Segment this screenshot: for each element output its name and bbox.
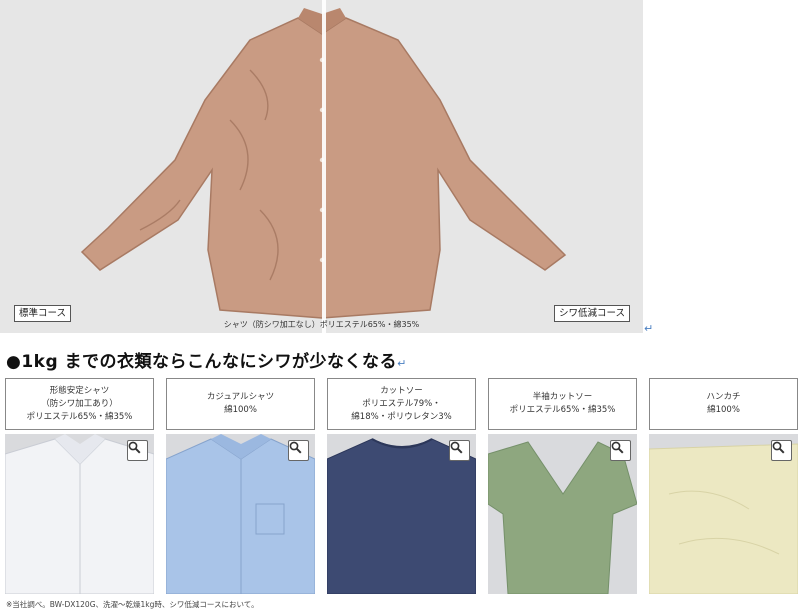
magnifier-icon[interactable]: [288, 440, 309, 461]
garment-card: 半袖カットソー ポリエステル65%・綿35%: [488, 378, 637, 594]
magnifier-icon[interactable]: [610, 440, 631, 461]
footnote: ※当社調べ。BW-DX120G、洗濯〜乾燥1kg時、シワ低減コースにおいて。: [6, 600, 259, 609]
return-mark-icon: ↵: [397, 357, 407, 370]
garment-material: ポリエステル65%・綿35%: [26, 411, 133, 422]
magnifier-icon[interactable]: [127, 440, 148, 461]
garment-material: ポリエステル65%・綿35%: [509, 405, 616, 415]
garment-description: カットソー ポリエステル79%・ 綿18%・ポリウレタン3%: [327, 378, 476, 430]
garment-material: ポリエステル79%・: [362, 398, 441, 409]
garment-material: 綿100%: [707, 405, 740, 415]
garment-material-cont: 綿18%・ポリウレタン3%: [351, 411, 452, 422]
garment-photo[interactable]: [649, 434, 798, 594]
garment-name: ハンカチ: [706, 392, 741, 402]
garment-photo[interactable]: [488, 434, 637, 594]
garment-material: 綿100%: [224, 405, 257, 415]
garment-description: カジュアルシャツ 綿100%: [166, 378, 315, 430]
garment-card: カットソー ポリエステル79%・ 綿18%・ポリウレタン3%: [327, 378, 476, 594]
garment-detail: （防シワ加工あり）: [41, 398, 118, 409]
garment-name: 半袖カットソー: [532, 392, 593, 402]
magnifier-icon[interactable]: [449, 440, 470, 461]
garment-photo[interactable]: [5, 434, 154, 594]
section-heading-text: ●1kg までの衣類ならこんなにシワが少なくなる: [6, 352, 398, 372]
comparison-divider: [322, 0, 326, 333]
garment-description: 半袖カットソー ポリエステル65%・綿35%: [488, 378, 637, 430]
comparison-image: 標準コース シワ低減コース シャツ（防シワ加工なし）ポリエステル65%・綿35%: [0, 0, 643, 333]
garment-card: ハンカチ 綿100%: [649, 378, 798, 594]
garment-photo[interactable]: [327, 434, 476, 594]
return-mark-icon: ↵: [644, 322, 654, 335]
section-heading: ●1kg までの衣類ならこんなにシワが少なくなる↵: [6, 347, 407, 372]
garment-name: カットソー: [380, 385, 423, 396]
garment-card: 形態安定シャツ （防シワ加工あり） ポリエステル65%・綿35%: [5, 378, 154, 594]
garment-description: ハンカチ 綿100%: [649, 378, 798, 430]
magnifier-icon[interactable]: [771, 440, 792, 461]
garment-photo[interactable]: [166, 434, 315, 594]
hero-caption: シャツ（防シワ加工なし）ポリエステル65%・綿35%: [223, 320, 420, 329]
garment-description: 形態安定シャツ （防シワ加工あり） ポリエステル65%・綿35%: [5, 378, 154, 430]
garment-name: 形態安定シャツ: [49, 385, 110, 396]
garment-name: カジュアルシャツ: [206, 392, 275, 402]
garment-card: カジュアルシャツ 綿100%: [166, 378, 315, 594]
